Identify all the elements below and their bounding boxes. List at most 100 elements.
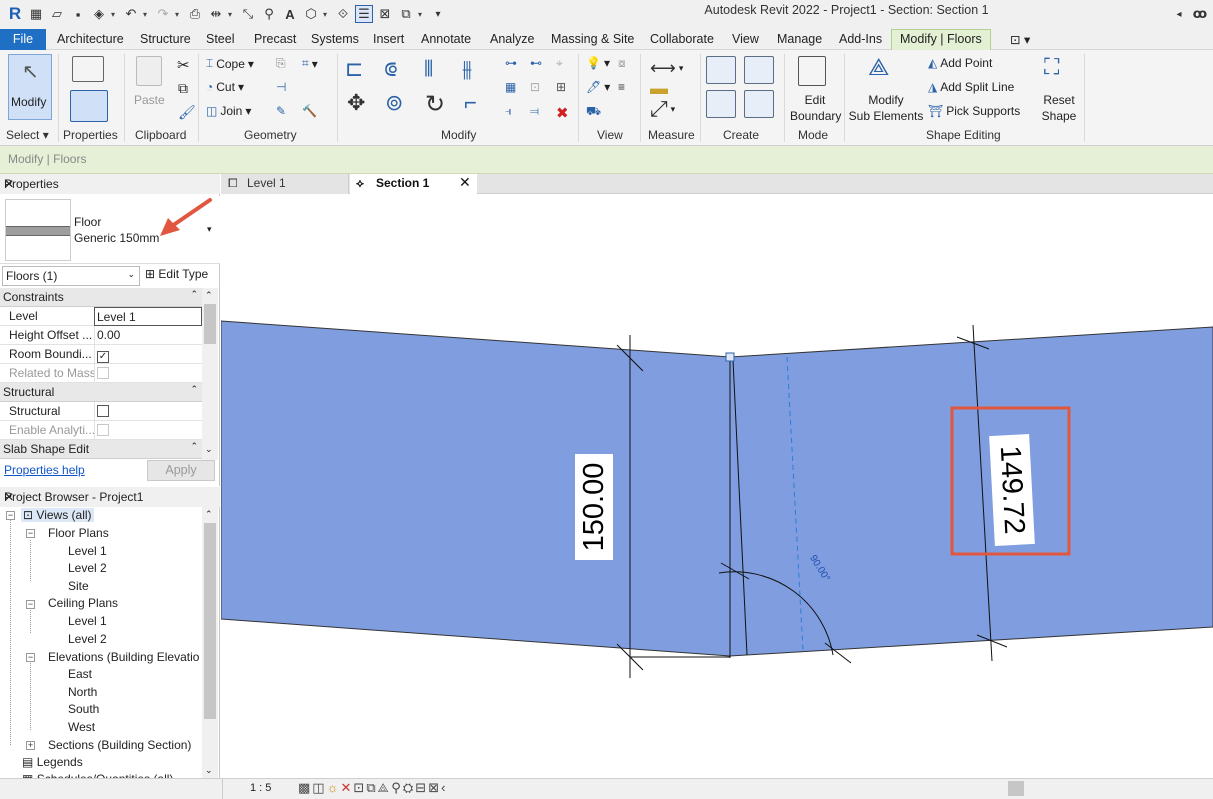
paint-icon[interactable]: ✎ (276, 104, 286, 118)
join-button[interactable]: ◫ Join ▾ (206, 104, 251, 118)
tree-ceiling-plans[interactable]: Ceiling Plans (48, 596, 118, 610)
hide-lightbulb-icon[interactable]: 💡 ▾ (586, 56, 610, 70)
tab-structure[interactable]: Structure (140, 30, 191, 50)
tree-item-el-east[interactable]: East (68, 667, 92, 681)
view-toggle-icon[interactable]: ⧇ (618, 56, 626, 71)
view-scale[interactable]: 1 : 5 (250, 782, 271, 794)
scale-icon[interactable]: ⊡ (530, 80, 540, 94)
properties-help-link[interactable]: Properties help (4, 463, 85, 477)
tree-item-el-south[interactable]: South (68, 702, 99, 716)
modify-tool-button[interactable]: ↖ Modify (8, 54, 52, 120)
trim-single-icon[interactable]: ⫣ (505, 104, 512, 119)
move-icon[interactable]: ✥ (347, 90, 365, 116)
collapse-elevations-toggle[interactable]: − (26, 653, 35, 662)
visual-style-icon[interactable]: ◫ (312, 780, 326, 795)
wall-joins-icon[interactable]: ⎘ (276, 56, 286, 71)
ribbon-options-icon[interactable]: ⊡ ▾ (1010, 31, 1030, 51)
canvas-hscroll-thumb[interactable] (1008, 781, 1024, 796)
tree-views-all[interactable]: ⊡ Views (all) (21, 508, 94, 522)
crop-view-icon[interactable]: ⊡ (353, 780, 366, 795)
scroll-up-icon[interactable]: ⌃ (205, 509, 213, 520)
aligned-dimension-tool-icon[interactable]: ⤢ ▾ (650, 96, 675, 122)
collapse-icon[interactable]: ⌃ (190, 289, 198, 300)
view-tab-level1[interactable]: ⧠ Level 1 (221, 174, 349, 194)
array-icon[interactable]: ▦ (505, 80, 516, 94)
select-panel-label[interactable]: Select ▾ (6, 128, 49, 142)
shadows-icon[interactable]: ✕ (341, 780, 354, 795)
tree-floor-plans[interactable]: Floor Plans (48, 526, 109, 540)
delete-icon[interactable]: ✖ (556, 104, 569, 122)
tab-manage[interactable]: Manage (777, 30, 822, 50)
tab-insert[interactable]: Insert (373, 30, 404, 50)
dimension-label-left[interactable]: 150.00 (575, 454, 613, 560)
browser-scrollbar[interactable]: ⌃ ⌄ (202, 507, 218, 779)
unlocked-3d-icon[interactable]: ⟁ (378, 780, 392, 795)
tree-legends[interactable]: ▤ Legends (22, 755, 83, 769)
create-similar-icon[interactable] (744, 90, 774, 118)
edit-boundary-icon[interactable] (798, 56, 826, 86)
close-icon[interactable]: ✕ (459, 173, 471, 192)
scroll-thumb[interactable] (204, 523, 216, 719)
add-point-button[interactable]: ◭ Add Point (928, 56, 992, 70)
room-bounding-checkbox[interactable]: ✓ (97, 351, 109, 363)
properties-scrollbar[interactable]: ⌃ ⌄ (202, 288, 218, 460)
create-group-icon[interactable] (706, 90, 736, 118)
properties-toggle-icon[interactable] (70, 90, 108, 122)
cope-button[interactable]: ⌶ Cope ▾ (206, 56, 254, 71)
tree-item-fp-level1[interactable]: Level 1 (68, 544, 107, 558)
cut-to-clipboard-icon[interactable]: ✂ (177, 56, 190, 74)
dimension-label-right[interactable]: 149.72 (989, 434, 1035, 546)
temp-hide-icon[interactable]: ⚲ (391, 780, 403, 795)
collapse-floor-plans-toggle[interactable]: − (26, 529, 35, 538)
close-icon[interactable]: ✕ (4, 177, 214, 191)
scroll-thumb[interactable] (204, 304, 216, 344)
chevron-left-icon[interactable]: ‹ (441, 780, 447, 795)
tab-modify-floors[interactable]: Modify | Floors (891, 29, 991, 50)
scroll-down-icon[interactable]: ⌄ (205, 765, 213, 776)
trim-extend-icon[interactable]: ⌐ (464, 90, 477, 116)
scroll-down-icon[interactable]: ⌄ (205, 444, 213, 455)
collapse-icon[interactable]: ⌃ (190, 384, 198, 395)
linework-icon[interactable]: ≡ (618, 80, 625, 94)
worksharing-icon[interactable]: ⊟ (415, 780, 428, 795)
paste-label[interactable]: Paste (134, 93, 165, 107)
detail-level-icon[interactable]: ▩ (298, 780, 312, 795)
modify-sub-elements-button[interactable]: Modify Sub Elements (848, 92, 924, 124)
override-graphics-icon[interactable]: 🖊 ▾ (586, 80, 610, 94)
unpin-icon[interactable]: ⊞ (556, 80, 566, 94)
cut-button[interactable]: ◔ Cut ▾ (206, 80, 244, 94)
pin-disabled-icon[interactable]: ⌖ (556, 56, 563, 71)
paint-bucket-icon[interactable]: ⛟ (586, 104, 601, 120)
tab-file[interactable]: File (0, 29, 46, 50)
reveal-hidden-icon[interactable]: ⛭ (403, 780, 416, 795)
group-slab-shape-edit[interactable]: Slab Shape Edit ⌃ (0, 440, 202, 459)
tree-item-cp-level2[interactable]: Level 2 (68, 632, 107, 646)
type-selector[interactable]: Floor Generic 150mm ▾ (0, 196, 220, 264)
create-part-icon[interactable] (706, 56, 736, 84)
instance-filter-dropdown[interactable]: Floors (1) ⌄ (2, 266, 140, 286)
mirror-draw-icon[interactable]: ⫵ (462, 56, 472, 82)
tab-steel[interactable]: Steel (206, 30, 235, 50)
group-structural[interactable]: Structural ⌃ (0, 383, 202, 402)
tree-item-el-west[interactable]: West (68, 720, 95, 734)
reset-shape-button[interactable]: Reset Shape (1036, 92, 1082, 124)
height-offset-field[interactable]: 0.00 (94, 326, 202, 345)
tab-massing-site[interactable]: Massing & Site (551, 30, 634, 50)
tree-item-fp-level2[interactable]: Level 2 (68, 561, 107, 575)
edit-boundary-button[interactable]: Edit Boundary (790, 92, 841, 124)
split-icon[interactable]: ⊶ (505, 56, 517, 70)
tab-systems[interactable]: Systems (311, 30, 359, 50)
create-assembly-icon[interactable] (744, 56, 774, 84)
trim-multiple-icon[interactable]: ⫤ (530, 104, 539, 119)
type-properties-icon[interactable] (72, 56, 104, 82)
sun-path-icon[interactable]: ☼ (327, 780, 341, 795)
show-crop-icon[interactable]: ⧉ (366, 780, 377, 795)
match-type-icon[interactable]: 🖌 (178, 104, 196, 121)
tree-elevations[interactable]: Elevations (Building Elevatio (48, 650, 199, 664)
tab-add-ins[interactable]: Add-Ins (839, 30, 882, 50)
apply-button[interactable]: Apply (147, 460, 215, 481)
tab-precast[interactable]: Precast (254, 30, 296, 50)
collapse-ceiling-plans-toggle[interactable]: − (26, 600, 35, 609)
structural-checkbox[interactable] (97, 405, 109, 417)
copy-icon[interactable]: ⧉ (178, 80, 188, 97)
